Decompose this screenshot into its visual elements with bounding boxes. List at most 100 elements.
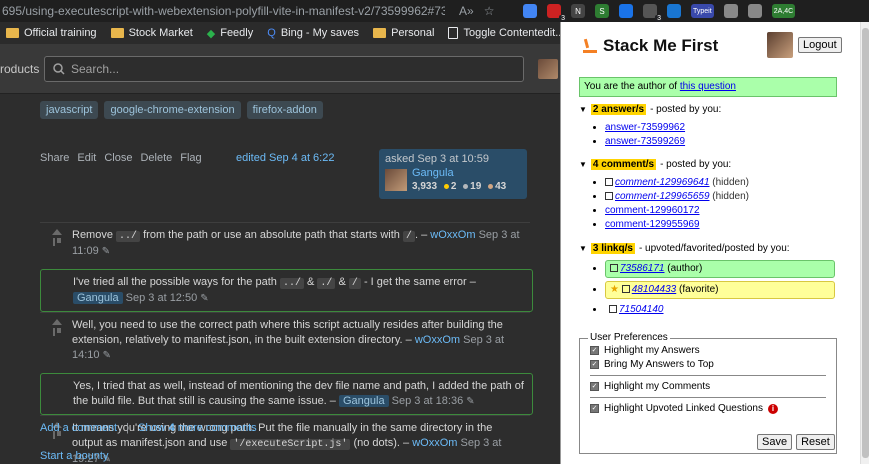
comments-header[interactable]: ▼ 4 comment/s - posted by you: <box>579 159 749 170</box>
comment-link[interactable]: comment-129955969 <box>605 219 700 230</box>
ext-2-icon[interactable]: 3 <box>547 4 567 22</box>
info-icon[interactable]: i <box>767 403 778 414</box>
linked-question-link[interactable]: 71504140 <box>619 304 664 315</box>
search-input[interactable]: Search... <box>44 56 524 82</box>
preference-option[interactable]: ✓ Highlight my Answers <box>590 345 826 356</box>
products-link[interactable]: roducts <box>0 62 39 76</box>
links-header[interactable]: ▼ 3 linkq/s - upvoted/favorited/posted b… <box>579 243 835 254</box>
bookmark-item[interactable]: Toggle Contentedit... <box>448 27 564 39</box>
collapse-arrow-icon[interactable]: ▼ <box>579 105 587 114</box>
ext-8-icon[interactable]: Typeit <box>691 4 714 18</box>
comment-link[interactable]: comment-129960172 <box>605 205 700 216</box>
collapse-arrow-icon[interactable]: ▼ <box>579 160 587 169</box>
collapse-arrow-icon[interactable]: ▼ <box>579 244 587 253</box>
bookmark-item[interactable]: Stock Market <box>110 27 193 39</box>
ext-3-icon[interactable]: N <box>571 4 585 18</box>
url-text[interactable]: 695/using-executescript-with-webextensio… <box>0 4 445 18</box>
user-avatar[interactable] <box>538 59 558 79</box>
external-link-icon[interactable] <box>605 178 613 186</box>
start-bounty-link[interactable]: Start a bounty <box>40 450 109 462</box>
owner-card: asked Sep 3 at 10:59 Gangula 3,933 2 19 … <box>379 149 527 199</box>
ext-10-icon[interactable] <box>747 4 762 18</box>
flag-icon[interactable] <box>53 238 61 246</box>
answer-item: answer-73599962 <box>605 121 721 135</box>
preference-option[interactable]: ✓ Highlight my Comments <box>590 381 826 392</box>
external-link-icon[interactable] <box>609 305 617 313</box>
upvote-icon[interactable] <box>52 319 62 325</box>
comment-user[interactable]: wOxxOm <box>412 437 457 449</box>
favorite-star-icon[interactable]: ☆ <box>484 4 495 18</box>
linked-question-box: 73586171 (author) <box>605 260 835 278</box>
edit-action[interactable]: Edit <box>77 152 96 164</box>
ext-11-icon[interactable]: 2A,4C <box>771 4 796 18</box>
share-action[interactable]: Share <box>40 152 69 164</box>
comment-date[interactable]: Sep 3 at 12:50 <box>126 292 198 304</box>
tag-google-chrome-extension[interactable]: google-chrome-extension <box>104 101 241 119</box>
preference-option[interactable]: ✓ Highlight Upvoted Linked Questions i <box>590 403 826 414</box>
edit-pencil-icon[interactable]: ✎ <box>200 293 208 304</box>
site-header: roducts Search... <box>0 44 560 94</box>
ext-6-icon[interactable]: 3 <box>643 4 663 22</box>
logout-button[interactable]: Logout <box>798 37 842 53</box>
tag-firefox-addon[interactable]: firefox-addon <box>246 101 323 119</box>
close-action[interactable]: Close <box>104 152 132 164</box>
checkbox[interactable]: ✓ <box>590 404 599 413</box>
this-question-link[interactable]: this question <box>680 81 736 92</box>
comment-user[interactable]: wOxxOm <box>415 334 460 346</box>
comment-user[interactable]: Gangula <box>73 292 123 304</box>
checkbox[interactable]: ✓ <box>590 360 599 369</box>
preference-option[interactable]: ✓ Bring My Answers to Top <box>590 359 826 370</box>
bookmark-label: Personal <box>391 27 435 39</box>
answer-link[interactable]: answer-73599962 <box>605 122 685 133</box>
upvote-icon[interactable] <box>52 229 62 235</box>
ext-1-icon[interactable] <box>523 4 537 18</box>
external-link-icon[interactable] <box>621 285 630 293</box>
external-link-icon[interactable] <box>605 192 613 200</box>
add-comment-link[interactable]: Add a comment <box>40 422 117 434</box>
ext-9-icon[interactable] <box>723 4 738 18</box>
answers-count: 2 answer/s <box>590 104 647 115</box>
edit-pencil-icon[interactable]: ✎ <box>466 396 474 407</box>
reset-button[interactable]: Reset <box>796 434 835 450</box>
scrollbar-thumb[interactable] <box>862 28 869 458</box>
author-note: You are the author of this question <box>579 77 837 97</box>
bookmark-item[interactable]: Personal <box>373 27 434 39</box>
owner-avatar[interactable] <box>385 169 407 191</box>
linked-question-link[interactable]: 48104433 <box>632 284 677 295</box>
read-aloud-icon[interactable]: A» <box>459 4 474 18</box>
tag-javascript[interactable]: javascript <box>40 101 99 119</box>
comment-note: (hidden) <box>709 177 749 188</box>
comment-footer: Add a comment | Show 4 more comments <box>40 422 257 434</box>
owner-name[interactable]: Gangula <box>412 167 454 179</box>
bookmark-label: Feedly <box>220 27 254 39</box>
comment-date[interactable]: Sep 3 at 18:36 <box>392 395 464 407</box>
checkbox[interactable]: ✓ <box>590 346 599 355</box>
checkbox[interactable]: ✓ <box>590 382 599 391</box>
edited-link[interactable]: edited Sep 4 at 6:22 <box>236 152 334 164</box>
ext-5-icon[interactable] <box>619 4 633 18</box>
show-more-comments-link[interactable]: Show 4 more comments <box>138 422 257 434</box>
flag-action[interactable]: Flag <box>180 152 201 164</box>
bookmark-item[interactable]: ◆ Feedly <box>207 27 254 40</box>
ext-4-icon[interactable]: S <box>595 4 609 18</box>
external-link-icon[interactable] <box>610 264 618 272</box>
delete-action[interactable]: Delete <box>140 152 172 164</box>
comment-body: Well, you need to use the correct path w… <box>72 319 504 361</box>
stack-me-first-panel: Stack Me First Logout You are the author… <box>560 22 869 464</box>
ext-7-icon[interactable] <box>667 4 681 18</box>
comment-link[interactable]: comment-129965659 <box>615 191 710 202</box>
comment-user[interactable]: wOxxOm <box>430 229 475 241</box>
answers-header[interactable]: ▼ 2 answer/s - posted by you: <box>579 104 721 115</box>
flag-icon[interactable] <box>53 328 61 336</box>
answer-link[interactable]: answer-73599269 <box>605 136 685 147</box>
comment-link[interactable]: comment-129969641 <box>615 177 710 188</box>
comment-user[interactable]: Gangula <box>338 395 389 407</box>
bookmark-item[interactable]: Official training <box>6 27 97 39</box>
edit-pencil-icon[interactable]: ✎ <box>103 350 111 361</box>
linked-question-link[interactable]: 73586171 <box>620 263 665 274</box>
save-button[interactable]: Save <box>757 434 793 450</box>
bookmark-item[interactable]: Q Bing - My saves <box>267 27 359 39</box>
panel-scrollbar[interactable] <box>860 22 869 464</box>
edit-pencil-icon[interactable]: ✎ <box>102 246 110 257</box>
gold-badge-count: 2 <box>450 181 457 192</box>
